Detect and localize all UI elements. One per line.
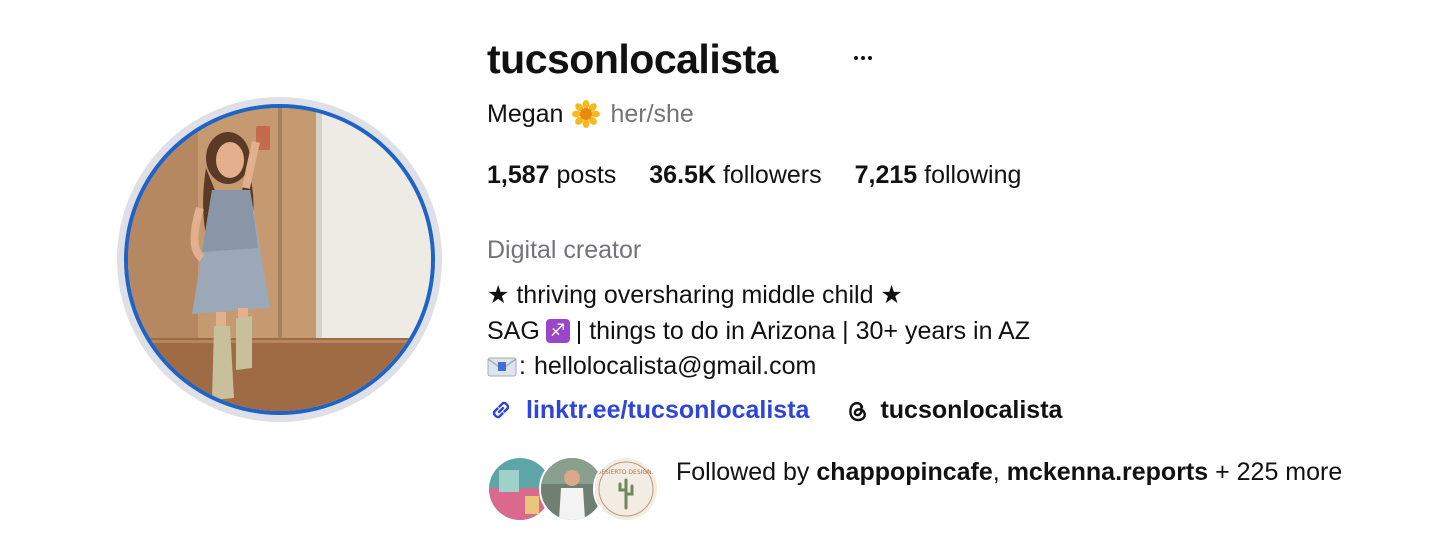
posts-count: 1,587 [487, 160, 550, 189]
followed-by-separator: , [992, 458, 1000, 486]
more-options-button[interactable] [849, 44, 877, 72]
threads-icon [849, 401, 867, 422]
profile-stats: 1,587 posts 36.5K followers 7,215 follow… [487, 158, 1054, 192]
email-address: hellolocalista@gmail.com [533, 352, 817, 380]
website-link-text: linktr.ee/tucsonlocalista [526, 395, 810, 424]
followers-stat[interactable]: 36.5K followers [649, 161, 821, 190]
bio-line-2: SAG ♐ | things to do in Arizona | 30+ ye… [487, 314, 1030, 350]
followed-by-user-1[interactable]: chappopincafe [816, 458, 992, 486]
followed-by-prefix: Followed by [676, 458, 810, 486]
avatar-photo [128, 108, 431, 411]
profile-links: linktr.ee/tucsonlocalista tucsonlocalist… [487, 392, 1062, 428]
pronouns: her/she [610, 99, 694, 128]
posts-stat[interactable]: 1,587 posts [487, 161, 616, 190]
sunflower-icon [572, 100, 601, 128]
mutual-followers-avatars[interactable]: DESIERTO DESIGNS [487, 456, 662, 522]
website-link[interactable]: linktr.ee/tucsonlocalista [487, 396, 809, 425]
threads-handle: tucsonlocalista [880, 395, 1063, 424]
bio-line-2-start: SAG [487, 316, 540, 345]
bio-line-2-end: | things to do in Arizona | 30+ years in… [575, 316, 1031, 345]
posts-label: posts [556, 160, 617, 189]
envelope-icon [487, 357, 517, 377]
followed-by-text[interactable]: Followed by chappopincafe, mckenna.repor… [676, 454, 1376, 490]
following-label: following [924, 160, 1022, 189]
profile-avatar[interactable] [117, 97, 442, 422]
threads-link[interactable]: tucsonlocalista [843, 396, 1062, 425]
display-name-line: Megan her/she [487, 98, 694, 130]
link-icon [492, 401, 510, 419]
followed-by-user-2[interactable]: mckenna.reports [1007, 458, 1208, 486]
ellipsis-icon [854, 56, 858, 60]
bio-line-3: : hellolocalista@gmail.com [487, 349, 1030, 385]
sagittarius-icon: ♐ [545, 319, 570, 344]
followed-by-suffix: + 225 more [1215, 458, 1343, 486]
followed-by-section: DESIERTO DESIGNS Followed by chappopinca… [487, 454, 1387, 524]
display-name: Megan [487, 99, 564, 128]
profile-category: Digital creator [487, 236, 642, 264]
bio-line-1: ★ thriving oversharing middle child ★ [487, 281, 903, 309]
email-prefix: : [519, 352, 526, 380]
following-stat[interactable]: 7,215 following [855, 161, 1022, 190]
following-count: 7,215 [854, 160, 918, 189]
profile-bio: ★ thriving oversharing middle child ★ SA… [487, 278, 1030, 385]
avatar-logo-text: DESIERTO DESIGNS [597, 469, 656, 476]
profile-username: tucsonlocalista [487, 36, 778, 82]
followers-label: followers [722, 160, 822, 189]
followers-count: 36.5K [649, 160, 716, 189]
story-ring [124, 104, 435, 415]
mutual-avatar: DESIERTO DESIGNS [593, 456, 659, 522]
